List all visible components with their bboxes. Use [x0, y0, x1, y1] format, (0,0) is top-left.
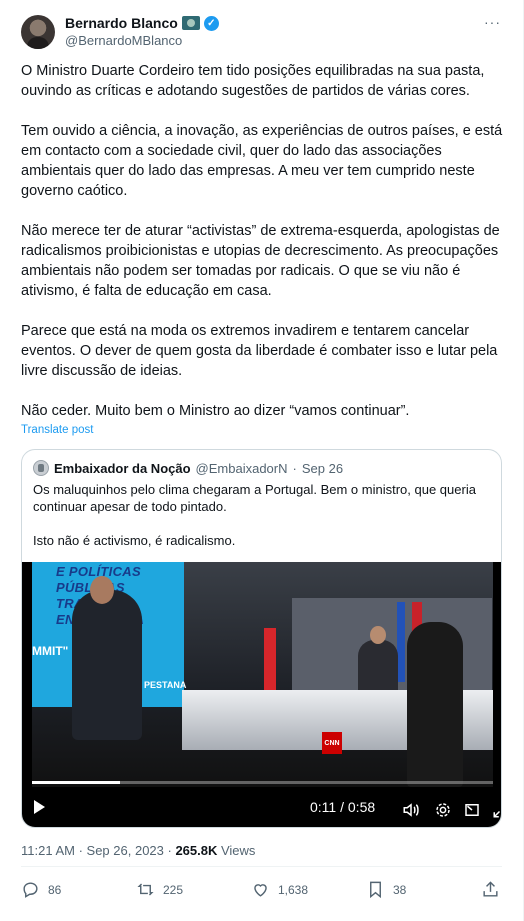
quoted-tweet-text: Os maluquinhos pelo clima chegaram a Por…	[33, 481, 493, 566]
person-left	[72, 576, 142, 740]
picture-in-picture-icon[interactable]	[463, 801, 481, 819]
meta-dot: ·	[163, 843, 176, 858]
tweet-date[interactable]: Sep 26, 2023	[87, 843, 164, 858]
quoted-separator: ·	[292, 460, 297, 476]
cnn-logo: CNN	[322, 732, 342, 754]
author-display-name[interactable]: Bernardo Blanco	[65, 15, 178, 31]
person-right	[407, 622, 463, 787]
screen-sponsor-logo: PESTANA	[144, 680, 187, 690]
volume-icon[interactable]	[402, 801, 420, 819]
video-time-total: 0:58	[347, 799, 376, 815]
repost-button[interactable]: 225	[136, 880, 183, 899]
action-bar: 86 225 1,638 38	[21, 880, 502, 904]
fullscreen-icon[interactable]	[492, 801, 502, 819]
reply-count: 86	[48, 882, 62, 897]
quoted-tweet-header: Embaixador da Noção @EmbaixadorN · Sep 2…	[33, 460, 343, 476]
tweet-paragraph: Não ceder. Muito bem o Ministro ao dizer…	[21, 403, 410, 419]
video-time-current: 0:11	[310, 799, 337, 815]
screen-sub-text: MMIT"	[32, 644, 69, 658]
meta-dot: ·	[74, 843, 87, 858]
heart-icon	[254, 884, 267, 897]
translate-post-link[interactable]: Translate post	[21, 424, 93, 436]
repost-icon	[137, 883, 154, 896]
video-frame: E POLÍTICAS PÚBLICAS TRANSIÇÃO ENERGÉTIC…	[32, 562, 493, 787]
video-player[interactable]: E POLÍTICAS PÚBLICAS TRANSIÇÃO ENERGÉTIC…	[22, 562, 502, 827]
settings-icon[interactable]	[434, 801, 452, 819]
verified-badge-icon: ✓	[203, 15, 219, 31]
share-button[interactable]	[481, 880, 500, 899]
like-count: 1,638	[278, 882, 309, 897]
studio-pillar	[397, 602, 405, 682]
tweet-paragraph: Tem ouvido a ciência, a inovação, as exp…	[21, 123, 503, 199]
bookmark-icon	[370, 881, 381, 899]
quoted-tweet[interactable]: Embaixador da Noção @EmbaixadorN · Sep 2…	[21, 449, 502, 828]
reply-button[interactable]: 86	[21, 880, 61, 899]
views-label: Views	[217, 843, 256, 858]
divider	[21, 866, 502, 867]
tweet-paragraph: O Ministro Duarte Cordeiro tem tido posi…	[21, 63, 485, 99]
quoted-author-handle: @EmbaixadorN	[195, 460, 288, 476]
author-avatar[interactable]	[21, 15, 55, 49]
quoted-author-avatar	[33, 460, 49, 476]
video-progress-bar[interactable]	[32, 781, 493, 784]
play-icon[interactable]	[34, 800, 45, 814]
quoted-paragraph: Isto não é activismo, é radicalismo.	[33, 533, 236, 548]
tweet-text: O Ministro Duarte Cordeiro tem tido posi…	[21, 61, 506, 421]
tweet-time[interactable]: 11:21 AM	[21, 843, 75, 858]
quoted-author-name: Embaixador da Noção	[54, 460, 191, 476]
views-count: 265.8K	[175, 843, 218, 858]
tweet: Bernardo Blanco ✓ @BernardoMBlanco ··· O…	[0, 0, 524, 921]
flag-emoji-icon	[181, 16, 200, 30]
share-icon	[483, 881, 498, 897]
quoted-date: Sep 26	[301, 460, 344, 476]
video-controls: 0:11 / 0:58	[22, 794, 502, 824]
tweet-paragraph: Parece que está na moda os extremos inva…	[21, 323, 498, 379]
author-handle[interactable]: @BernardoMBlanco	[65, 33, 182, 48]
video-time-separator: /	[336, 799, 348, 815]
tweet-paragraph: Não merece ter de aturar “activistas” de…	[21, 223, 500, 299]
tweet-meta: 11:21 AM · Sep 26, 2023 · 265.8K Views	[21, 843, 255, 858]
more-options-icon[interactable]: ···	[484, 14, 501, 30]
bookmark-button[interactable]: 38	[366, 880, 406, 899]
quoted-paragraph: Os maluquinhos pelo clima chegaram a Por…	[33, 482, 476, 514]
bookmark-count: 38	[393, 882, 407, 897]
reply-icon	[23, 882, 38, 898]
video-progress-fill	[32, 781, 120, 784]
repost-count: 225	[163, 882, 184, 897]
video-time: 0:11 / 0:58	[310, 799, 375, 815]
author-name-row: Bernardo Blanco ✓	[65, 15, 219, 31]
like-button[interactable]: 1,638	[251, 880, 308, 899]
